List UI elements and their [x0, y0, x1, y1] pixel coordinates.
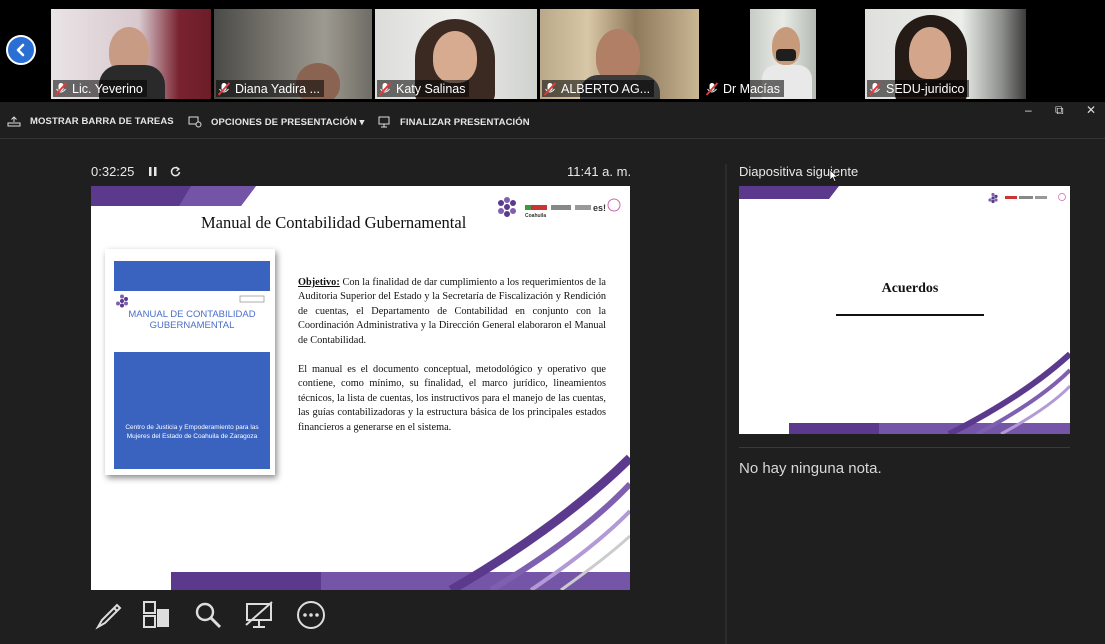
next-slide-preview[interactable]: Acuerdos: [739, 186, 1070, 434]
magnifier-icon: [195, 602, 222, 629]
institution-logos: es! Coahuila: [495, 193, 625, 221]
see-all-slides-button[interactable]: [138, 597, 174, 633]
presentation-options-button[interactable]: OPCIONES DE PRESENTACIÓN ▾: [188, 116, 364, 128]
participant-tile[interactable]: Dr Macías: [702, 9, 862, 99]
current-slide[interactable]: es! Coahuila Manual de Contabilidad Gube…: [91, 186, 630, 590]
restart-icon[interactable]: [170, 166, 181, 177]
slide-body-text: Objetivo: Con la finalidad de dar cumpli…: [298, 276, 606, 450]
participant-name: Lic. Yeverino: [53, 80, 147, 97]
presentation-gear-icon: [188, 116, 202, 128]
cover-subtitle: Centro de Justicia y Empoderamiento para…: [125, 424, 259, 440]
mouse-cursor-icon: [830, 170, 838, 182]
participant-name: Dr Macías: [704, 80, 784, 97]
objective-text: Con la finalidad de dar cumplimiento a l…: [298, 277, 606, 346]
manual-cover-image: MANUAL DE CONTABILIDAD GUBERNAMENTAL Cen…: [105, 249, 275, 475]
end-presentation-button[interactable]: FINALIZAR PRESENTACIÓN: [378, 116, 530, 128]
slides-grid-icon: [143, 601, 169, 628]
close-button[interactable]: ✕: [1086, 103, 1096, 117]
end-show-icon: [378, 116, 390, 128]
manual-description: El manual es el documento conceptual, me…: [298, 364, 606, 433]
more-icon: [297, 601, 325, 629]
presenter-toolbar: MOSTRAR BARRA DE TAREAS OPCIONES DE PRES…: [0, 102, 1105, 139]
screen-off-icon: [245, 601, 273, 628]
svg-text:es!: es!: [593, 203, 606, 213]
participant-name: Diana Yadira ...: [216, 80, 325, 97]
zoom-button[interactable]: [190, 597, 226, 633]
objective-paragraph: Objetivo: Con la finalidad de dar cumpli…: [298, 276, 606, 348]
chevron-left-icon: [16, 43, 25, 57]
minimize-button[interactable]: –: [1025, 103, 1032, 117]
participant-tile[interactable]: Diana Yadira ...: [214, 9, 372, 99]
cover-logo: [116, 294, 265, 308]
cover-title: MANUAL DE CONTABILIDAD GUBERNAMENTAL: [128, 309, 256, 331]
pen-tool-button[interactable]: [91, 597, 127, 633]
participant-name: SEDU-juridico: [867, 80, 969, 97]
slide-title: Manual de Contabilidad Gubernamental: [201, 213, 467, 232]
mic-muted-icon: [54, 81, 68, 96]
title-underline: [836, 314, 984, 316]
mic-muted-icon: [705, 81, 719, 96]
participant-name: Katy Salinas: [377, 80, 470, 97]
participant-tile[interactable]: Lic. Yeverino: [51, 9, 211, 99]
participant-tile[interactable]: Katy Salinas: [375, 9, 537, 99]
show-taskbar-button[interactable]: MOSTRAR BARRA DE TAREAS: [7, 116, 174, 127]
more-options-button[interactable]: [293, 597, 329, 633]
notes-separator: [739, 447, 1070, 448]
taskbar-icon: [7, 116, 21, 127]
logo-caption: Coahuila: [525, 213, 547, 219]
next-slide-decoration: [739, 186, 1070, 434]
participant-tile[interactable]: ALBERTO AG...: [540, 9, 699, 99]
participant-strip: Lic. Yeverino Diana Yadira ... Katy Sali…: [0, 0, 1105, 102]
presentation-timer: 0:32:25: [91, 164, 181, 179]
mic-muted-icon: [378, 81, 392, 96]
mic-muted-icon: [868, 81, 882, 96]
strip-back-button[interactable]: [6, 35, 36, 65]
next-slide-title: Acuerdos: [881, 281, 939, 296]
mic-muted-icon: [217, 81, 231, 96]
pause-icon[interactable]: [148, 166, 158, 177]
pane-divider[interactable]: [725, 164, 727, 644]
speaker-notes[interactable]: No hay ninguna nota.: [739, 460, 882, 477]
next-slide-label: Diapositiva siguiente: [739, 164, 859, 179]
participant-name: ALBERTO AG...: [542, 80, 655, 97]
mic-muted-icon: [543, 81, 557, 96]
current-time: 11:41 a. m.: [567, 164, 632, 179]
black-screen-button[interactable]: [241, 597, 277, 633]
participant-tile[interactable]: SEDU-juridico: [865, 9, 1026, 99]
pen-icon: [95, 603, 122, 630]
restore-button[interactable]: ⧉: [1055, 103, 1064, 118]
objective-label: Objetivo:: [298, 277, 340, 288]
